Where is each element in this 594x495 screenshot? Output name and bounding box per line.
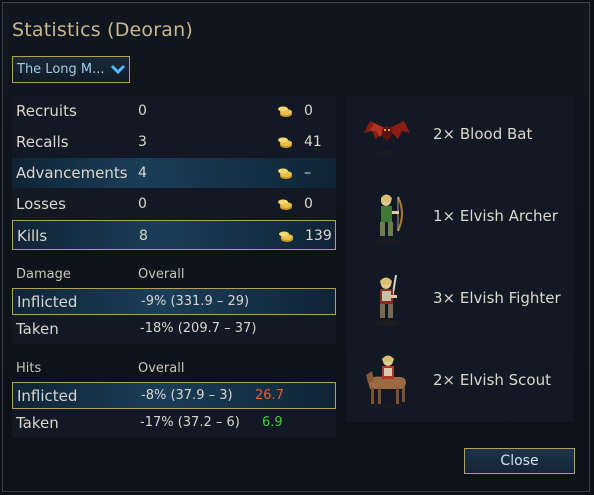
unit-name: 3× Elvish Fighter bbox=[433, 289, 561, 307]
gold-coins-icon bbox=[278, 199, 292, 210]
unit-name: 2× Elvish Scout bbox=[433, 371, 551, 389]
row-label: Recruits bbox=[16, 102, 77, 120]
damage-inflicted-label: Inflicted bbox=[17, 293, 78, 311]
damage-inflicted-row[interactable]: Inflicted -9% (331.9 – 29) bbox=[12, 288, 336, 315]
row-label: Kills bbox=[17, 227, 48, 245]
hits-inflicted-deviation: 26.7 bbox=[255, 388, 284, 403]
damage-taken-row: Taken -18% (209.7 – 37) bbox=[12, 316, 336, 343]
gold-coins-icon bbox=[278, 168, 292, 179]
hits-taken-label: Taken bbox=[16, 414, 59, 432]
row-label: Losses bbox=[16, 195, 66, 213]
row-gold: 41 bbox=[304, 134, 322, 150]
damage-inflicted-value: -9% (331.9 – 29) bbox=[141, 294, 250, 309]
summary-row-losses: Losses 0 0 bbox=[12, 189, 336, 219]
scenario-dropdown-value: The Long M... bbox=[17, 62, 105, 77]
scenario-dropdown[interactable]: The Long M... bbox=[12, 56, 130, 83]
row-count: 4 bbox=[138, 165, 147, 181]
row-count: 0 bbox=[138, 196, 147, 212]
row-gold: 0 bbox=[304, 103, 313, 119]
elvish-scout-sprite-icon bbox=[366, 355, 406, 409]
damage-taken-label: Taken bbox=[16, 320, 59, 338]
blood-bat-sprite-icon bbox=[364, 121, 410, 156]
summary-row-kills[interactable]: Kills 8 139 bbox=[12, 220, 336, 250]
elvish-archer-sprite-icon bbox=[375, 194, 403, 244]
gold-coins-icon bbox=[278, 137, 292, 148]
hits-inflicted-row[interactable]: Inflicted -8% (37.9 – 3) 26.7 bbox=[12, 382, 336, 409]
row-label: Recalls bbox=[16, 133, 69, 151]
unit-name: 1× Elvish Archer bbox=[433, 207, 558, 225]
summary-row-recalls: Recalls 3 41 bbox=[12, 127, 336, 157]
elvish-fighter-sprite-icon bbox=[375, 274, 399, 326]
damage-taken-value: -18% (209.7 – 37) bbox=[140, 321, 257, 336]
gold-coins-icon bbox=[278, 106, 292, 117]
row-gold: 0 bbox=[304, 196, 313, 212]
row-count: 8 bbox=[139, 228, 148, 244]
chevron-down-icon bbox=[110, 64, 126, 75]
unit-entry-elvish-archer: 1× Elvish Archer bbox=[346, 177, 574, 257]
hits-inflicted-label: Inflicted bbox=[17, 387, 78, 405]
summary-row-recruits: Recruits 0 0 bbox=[12, 96, 336, 126]
row-count: 3 bbox=[138, 134, 147, 150]
gold-coins-icon bbox=[279, 231, 293, 242]
hits-taken-row: Taken -17% (37.2 – 6) 6.9 bbox=[12, 410, 336, 437]
damage-header: Damage bbox=[16, 267, 71, 282]
row-gold: 139 bbox=[305, 228, 332, 244]
damage-overall-header: Overall bbox=[138, 267, 185, 282]
unit-name: 2× Blood Bat bbox=[433, 125, 533, 143]
row-gold: – bbox=[304, 165, 311, 181]
row-label: Advancements bbox=[16, 164, 128, 182]
unit-entry-blood-bat: 2× Blood Bat bbox=[346, 95, 574, 175]
hits-overall-header: Overall bbox=[138, 361, 185, 376]
row-count: 0 bbox=[138, 103, 147, 119]
hits-taken-deviation: 6.9 bbox=[262, 415, 283, 430]
hits-header: Hits bbox=[16, 361, 42, 376]
summary-row-advancements: Advancements 4 – bbox=[12, 158, 336, 188]
unit-entry-elvish-fighter: 3× Elvish Fighter bbox=[346, 259, 574, 339]
hits-taken-value: -17% (37.2 – 6) bbox=[140, 415, 240, 430]
unit-entry-elvish-scout: 2× Elvish Scout bbox=[346, 341, 574, 421]
close-button[interactable]: Close bbox=[464, 448, 575, 474]
dialog-title: Statistics (Deoran) bbox=[12, 19, 193, 41]
hits-inflicted-value: -8% (37.9 – 3) bbox=[141, 388, 233, 403]
